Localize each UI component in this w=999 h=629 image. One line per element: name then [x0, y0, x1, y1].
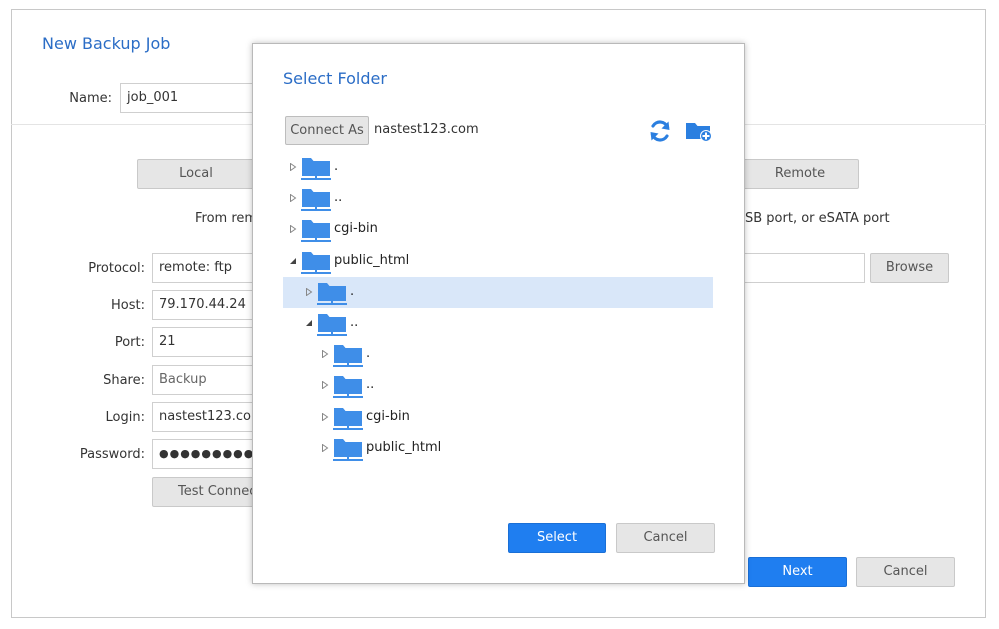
host-name: nastest123.com [374, 122, 479, 137]
cancel-button[interactable]: Cancel [856, 557, 955, 587]
collapsed-arrow-icon[interactable] [321, 444, 329, 452]
tree-row[interactable]: public_html [283, 246, 713, 277]
collapsed-arrow-icon[interactable] [321, 381, 329, 389]
folder-icon [301, 220, 331, 242]
folder-tree: ... cgi-bin public_html...... cgi-bin public… [283, 152, 713, 462]
tree-row-label: . [334, 159, 339, 174]
folder-icon [333, 439, 363, 461]
folder-icon [333, 376, 363, 398]
description-text-right: SB port, or eSATA port [745, 211, 890, 226]
folder-icon [317, 283, 347, 305]
expanded-arrow-icon[interactable] [289, 257, 297, 265]
tree-row-label: cgi-bin [334, 221, 378, 236]
tree-row[interactable]: public_html [283, 433, 713, 464]
tree-row-label: public_html [366, 440, 442, 455]
password-field[interactable]: ●●●●●●●●● [152, 439, 262, 469]
browse-button[interactable]: Browse [870, 253, 949, 283]
tree-row-label: cgi-bin [366, 409, 410, 424]
expanded-arrow-icon[interactable] [305, 319, 313, 327]
folder-icon [333, 345, 363, 367]
next-button[interactable]: Next [748, 557, 847, 587]
tree-row[interactable]: cgi-bin [283, 402, 713, 433]
description-text-left: From rem [195, 211, 258, 226]
select-folder-dialog: Select Folder Connect As nastest123.com … [252, 43, 745, 584]
host-field[interactable]: 79.170.44.24 [152, 290, 262, 320]
collapsed-arrow-icon[interactable] [289, 163, 297, 171]
dialog-title: Select Folder [283, 69, 387, 88]
folder-icon [317, 314, 347, 336]
connect-as-button[interactable]: Connect As [285, 116, 369, 145]
tree-row[interactable]: . [283, 152, 713, 183]
tree-row[interactable]: .. [283, 370, 713, 401]
name-field[interactable]: job_001 [120, 83, 260, 113]
tree-row-label: .. [366, 377, 375, 392]
tree-row-label: public_html [334, 253, 410, 268]
tree-row-label: .. [334, 190, 343, 205]
folder-icon [333, 408, 363, 430]
page-title: New Backup Job [42, 34, 171, 53]
refresh-icon[interactable] [647, 118, 673, 144]
protocol-label: Protocol: [88, 261, 145, 276]
collapsed-arrow-icon[interactable] [289, 225, 297, 233]
tree-row[interactable]: . [283, 339, 713, 370]
destination-path-field[interactable] [740, 253, 865, 283]
tree-row-label: . [350, 284, 355, 299]
host-label: Host: [111, 298, 145, 313]
collapsed-arrow-icon[interactable] [305, 288, 313, 296]
login-field[interactable]: nastest123.com [152, 402, 262, 432]
port-field[interactable]: 21 [152, 327, 262, 357]
remote-button[interactable]: Remote [741, 159, 859, 189]
local-button[interactable]: Local [137, 159, 255, 189]
tree-row-label: .. [350, 315, 359, 330]
folder-icon [301, 252, 331, 274]
collapsed-arrow-icon[interactable] [321, 413, 329, 421]
name-label: Name: [69, 91, 112, 106]
share-label: Share: [103, 373, 145, 388]
collapsed-arrow-icon[interactable] [321, 350, 329, 358]
tree-row[interactable]: cgi-bin [283, 214, 713, 245]
port-label: Port: [114, 335, 145, 350]
password-label: Password: [79, 447, 145, 462]
folder-icon [301, 158, 331, 180]
dialog-cancel-button[interactable]: Cancel [616, 523, 715, 553]
share-field[interactable]: Backup [152, 365, 262, 395]
collapsed-arrow-icon[interactable] [289, 194, 297, 202]
tree-row[interactable]: .. [283, 183, 713, 214]
new-folder-icon[interactable] [685, 118, 713, 144]
test-connection-button[interactable]: Test Connect [152, 477, 262, 507]
tree-row-label: . [366, 346, 371, 361]
login-label: Login: [105, 410, 145, 425]
tree-row[interactable]: . [283, 277, 713, 308]
select-button[interactable]: Select [508, 523, 606, 553]
tree-row[interactable]: .. [283, 308, 713, 339]
protocol-select[interactable]: remote: ftp [152, 253, 262, 283]
folder-icon [301, 189, 331, 211]
